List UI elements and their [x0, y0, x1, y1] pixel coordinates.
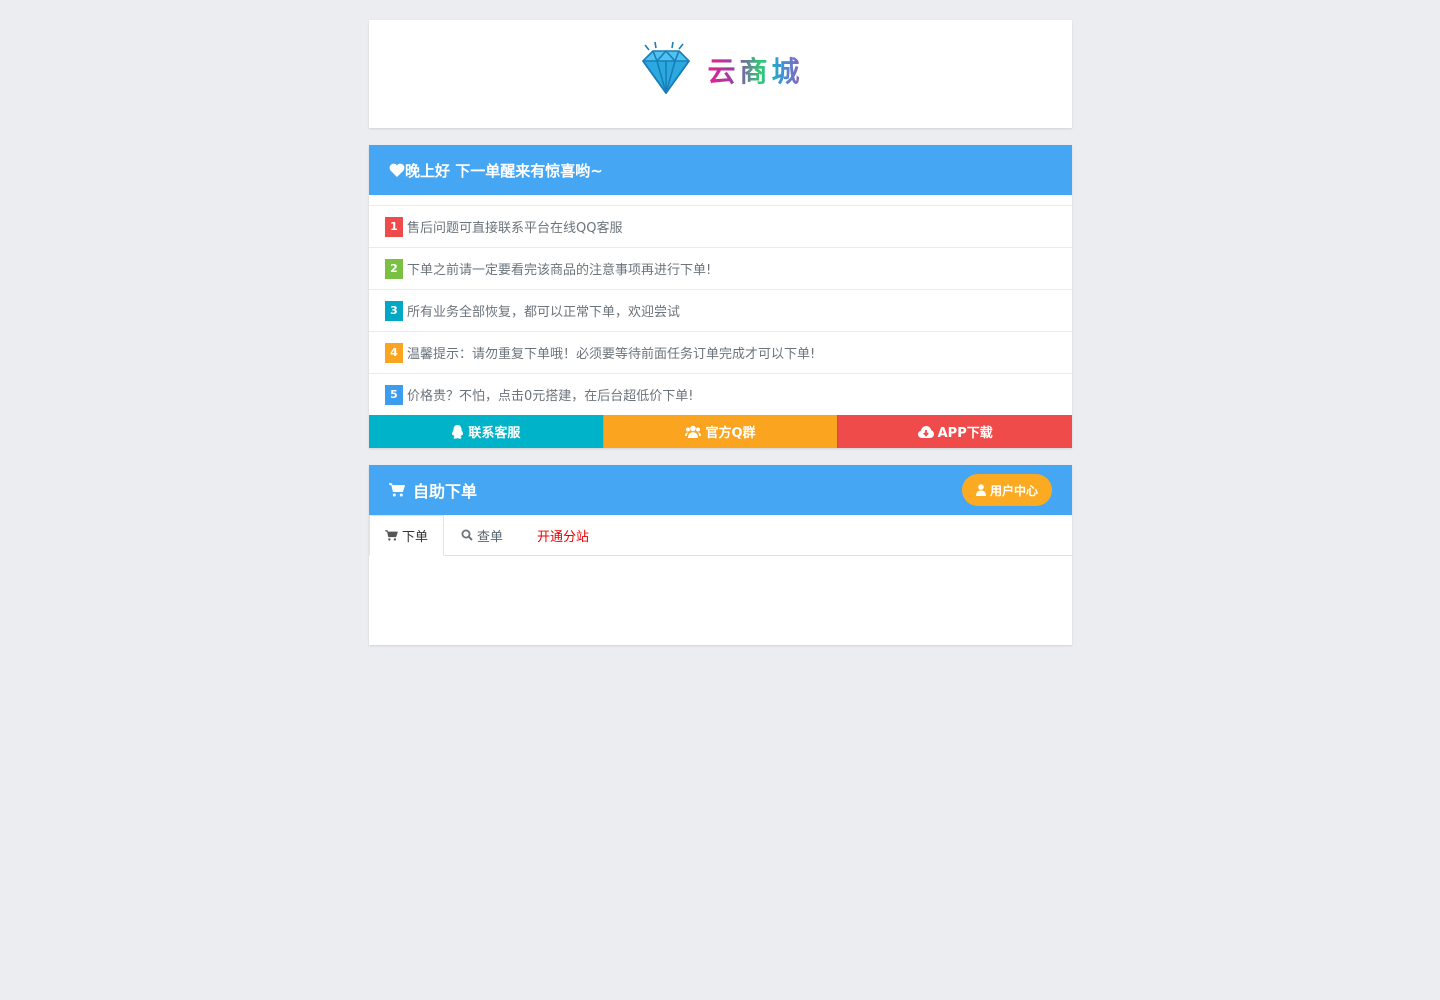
logo-card: 云商城 [369, 20, 1072, 128]
notice-text: 温馨提示：请勿重复下单哦！必须要等待前面任务订单完成才可以下单! [407, 347, 816, 362]
notice-list: 1 售后问题可直接联系平台在线QQ客服 2 下单之前请一定要看完该商品的注意事项… [369, 205, 1072, 415]
official-group-button[interactable]: 官方Q群 [602, 415, 838, 448]
group-icon [685, 425, 702, 438]
qq-icon [451, 424, 464, 439]
contact-button-row: 联系客服 官方Q群 APP下载 [369, 415, 1073, 448]
tab-open-substation[interactable]: 开通分站 [520, 515, 606, 555]
list-item: 2 下单之前请一定要看完该商品的注意事项再进行下单! [369, 248, 1072, 290]
notice-text: 价格贵？不怕，点击0元搭建，在后台超低价下单! [407, 389, 694, 404]
user-center-button[interactable]: 用户中心 [961, 474, 1052, 506]
order-content-area [369, 556, 1072, 645]
cloud-download-icon [917, 425, 934, 438]
notice-text: 下单之前请一定要看完该商品的注意事项再进行下单! [407, 263, 712, 278]
user-icon [975, 484, 986, 496]
list-item: 5 价格贵？不怕，点击0元搭建，在后台超低价下单! [369, 374, 1072, 415]
tab-query[interactable]: 查单 [444, 515, 520, 555]
notice-title: 晚上好 下一单醒来有惊喜哟~ [405, 161, 603, 180]
order-tabs: 下单 查单 开通分站 [369, 515, 1072, 556]
cart-icon [385, 530, 398, 541]
number-badge: 2 [385, 258, 403, 279]
tab-order[interactable]: 下单 [369, 515, 445, 556]
list-item: 1 售后问题可直接联系平台在线QQ客服 [369, 206, 1072, 248]
notice-card: 晚上好 下一单醒来有惊喜哟~ 1 售后问题可直接联系平台在线QQ客服 2 下单之… [369, 145, 1073, 448]
list-item: 4 温馨提示：请勿重复下单哦！必须要等待前面任务订单完成才可以下单! [369, 332, 1072, 374]
logo-text: 云商城 [707, 50, 803, 90]
site-logo[interactable]: 云商城 [637, 39, 803, 101]
number-badge: 1 [385, 216, 403, 237]
cart-icon [389, 483, 405, 497]
heart-icon [389, 163, 405, 177]
contact-service-button[interactable]: 联系客服 [369, 415, 603, 448]
order-title: 自助下单 [389, 478, 477, 502]
diamond-icon [637, 39, 695, 101]
number-badge: 3 [385, 300, 403, 321]
order-card: 自助下单 用户中心 下单 查单 开通分站 [369, 465, 1072, 645]
notice-text: 售后问题可直接联系平台在线QQ客服 [407, 221, 623, 236]
order-title-text: 自助下单 [413, 482, 478, 501]
list-item: 3 所有业务全部恢复，都可以正常下单，欢迎尝试 [369, 290, 1072, 332]
page-container: 云商城 晚上好 下一单醒来有惊喜哟~ 1 售后问题可直接联系平台在线QQ客服 2… [369, 20, 1073, 662]
notice-text: 所有业务全部恢复，都可以正常下单，欢迎尝试 [407, 305, 681, 320]
search-icon [461, 529, 473, 541]
app-download-button[interactable]: APP下载 [837, 415, 1073, 448]
number-badge: 5 [385, 384, 403, 405]
order-header: 自助下单 用户中心 [369, 465, 1072, 515]
notice-header: 晚上好 下一单醒来有惊喜哟~ [369, 145, 1072, 195]
number-badge: 4 [385, 342, 403, 363]
